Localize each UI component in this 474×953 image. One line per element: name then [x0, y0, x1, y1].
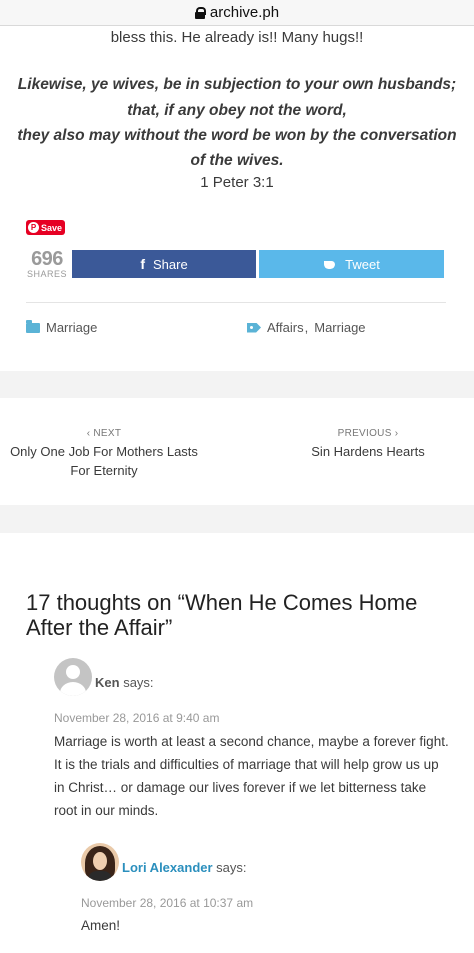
twitter-tweet-label: Tweet: [345, 256, 380, 272]
verse-line: of the wives.: [190, 152, 284, 169]
url-domain: archive.ph: [209, 4, 280, 21]
article-text: bless this. He already is!! Many hugs!!: [110, 29, 364, 46]
verse-line: they also may without the word be won by…: [17, 127, 457, 144]
comment-author: Lori Alexander says:: [122, 860, 247, 875]
previous-post-link[interactable]: PREVIOUS › Sin Hardens Hearts: [268, 428, 468, 461]
address-bar[interactable]: archive.ph: [0, 0, 474, 26]
verse-reference: 1 Peter 3:1: [200, 174, 274, 191]
pinterest-save-button[interactable]: P Save: [26, 220, 65, 235]
verse-line: that, if any obey not the word,: [127, 102, 347, 119]
next-post-title: Only One Job For Mothers Lasts For Etern…: [10, 444, 198, 478]
facebook-share-button[interactable]: f Share: [72, 250, 256, 278]
comment-line: Amen!: [81, 918, 121, 933]
comment-date[interactable]: November 28, 2016 at 9:40 am: [54, 711, 219, 725]
comment-line: in Christ… or damage our lives forever i…: [54, 780, 427, 795]
comment-author-name[interactable]: Lori Alexander: [122, 860, 213, 875]
twitter-tweet-button[interactable]: Tweet: [259, 250, 444, 278]
pinterest-save-label: Save: [41, 222, 63, 233]
post-tags: Affairs, Marriage: [247, 320, 366, 335]
facebook-icon: f: [140, 256, 145, 272]
comment-author-name: Ken: [95, 675, 120, 690]
comment-says: says:: [216, 860, 247, 875]
avatar: [54, 658, 92, 696]
tag-icon: [247, 322, 261, 333]
twitter-icon: [323, 259, 337, 270]
next-post-kicker: ‹ NEXT: [86, 428, 122, 439]
verse-line: Likewise, ye wives, be in subjection to …: [17, 76, 457, 93]
share-count: 696 SHARES: [26, 249, 68, 279]
tag-link[interactable]: Marriage: [314, 320, 365, 335]
previous-post-title: Sin Hardens Hearts: [311, 444, 425, 459]
tag-separator: ,: [304, 320, 309, 335]
section-separator: [0, 505, 474, 533]
comment-line: It is the trials and difficulties of mar…: [54, 757, 439, 772]
share-count-number: 696: [31, 248, 63, 270]
comment-line: root in our minds.: [54, 803, 159, 818]
pinterest-icon: P: [28, 222, 39, 233]
divider: [26, 302, 446, 303]
category-link[interactable]: Marriage: [46, 320, 97, 335]
comment-body: Marriage is worth at least a second chan…: [54, 730, 449, 822]
comment-body: Amen!: [81, 914, 120, 937]
lock-icon: [194, 6, 206, 19]
avatar: [81, 843, 119, 881]
comments-heading: 17 thoughts on “When He Comes Home After…: [26, 590, 418, 640]
comment-author: Ken says:: [95, 675, 154, 690]
comment-date[interactable]: November 28, 2016 at 10:37 am: [81, 896, 253, 910]
next-post-link[interactable]: ‹ NEXT Only One Job For Mothers Lasts Fo…: [0, 428, 208, 480]
post-categories: Marriage: [26, 319, 97, 335]
tag-link[interactable]: Affairs: [267, 320, 304, 335]
folder-icon: [26, 319, 40, 333]
comment-says: says:: [123, 675, 154, 690]
comment-line: Marriage is worth at least a second chan…: [54, 734, 449, 749]
previous-post-kicker: PREVIOUS ›: [337, 428, 399, 439]
share-count-label: SHARES: [26, 269, 67, 279]
facebook-share-label: Share: [152, 256, 188, 272]
section-separator: [0, 371, 474, 398]
